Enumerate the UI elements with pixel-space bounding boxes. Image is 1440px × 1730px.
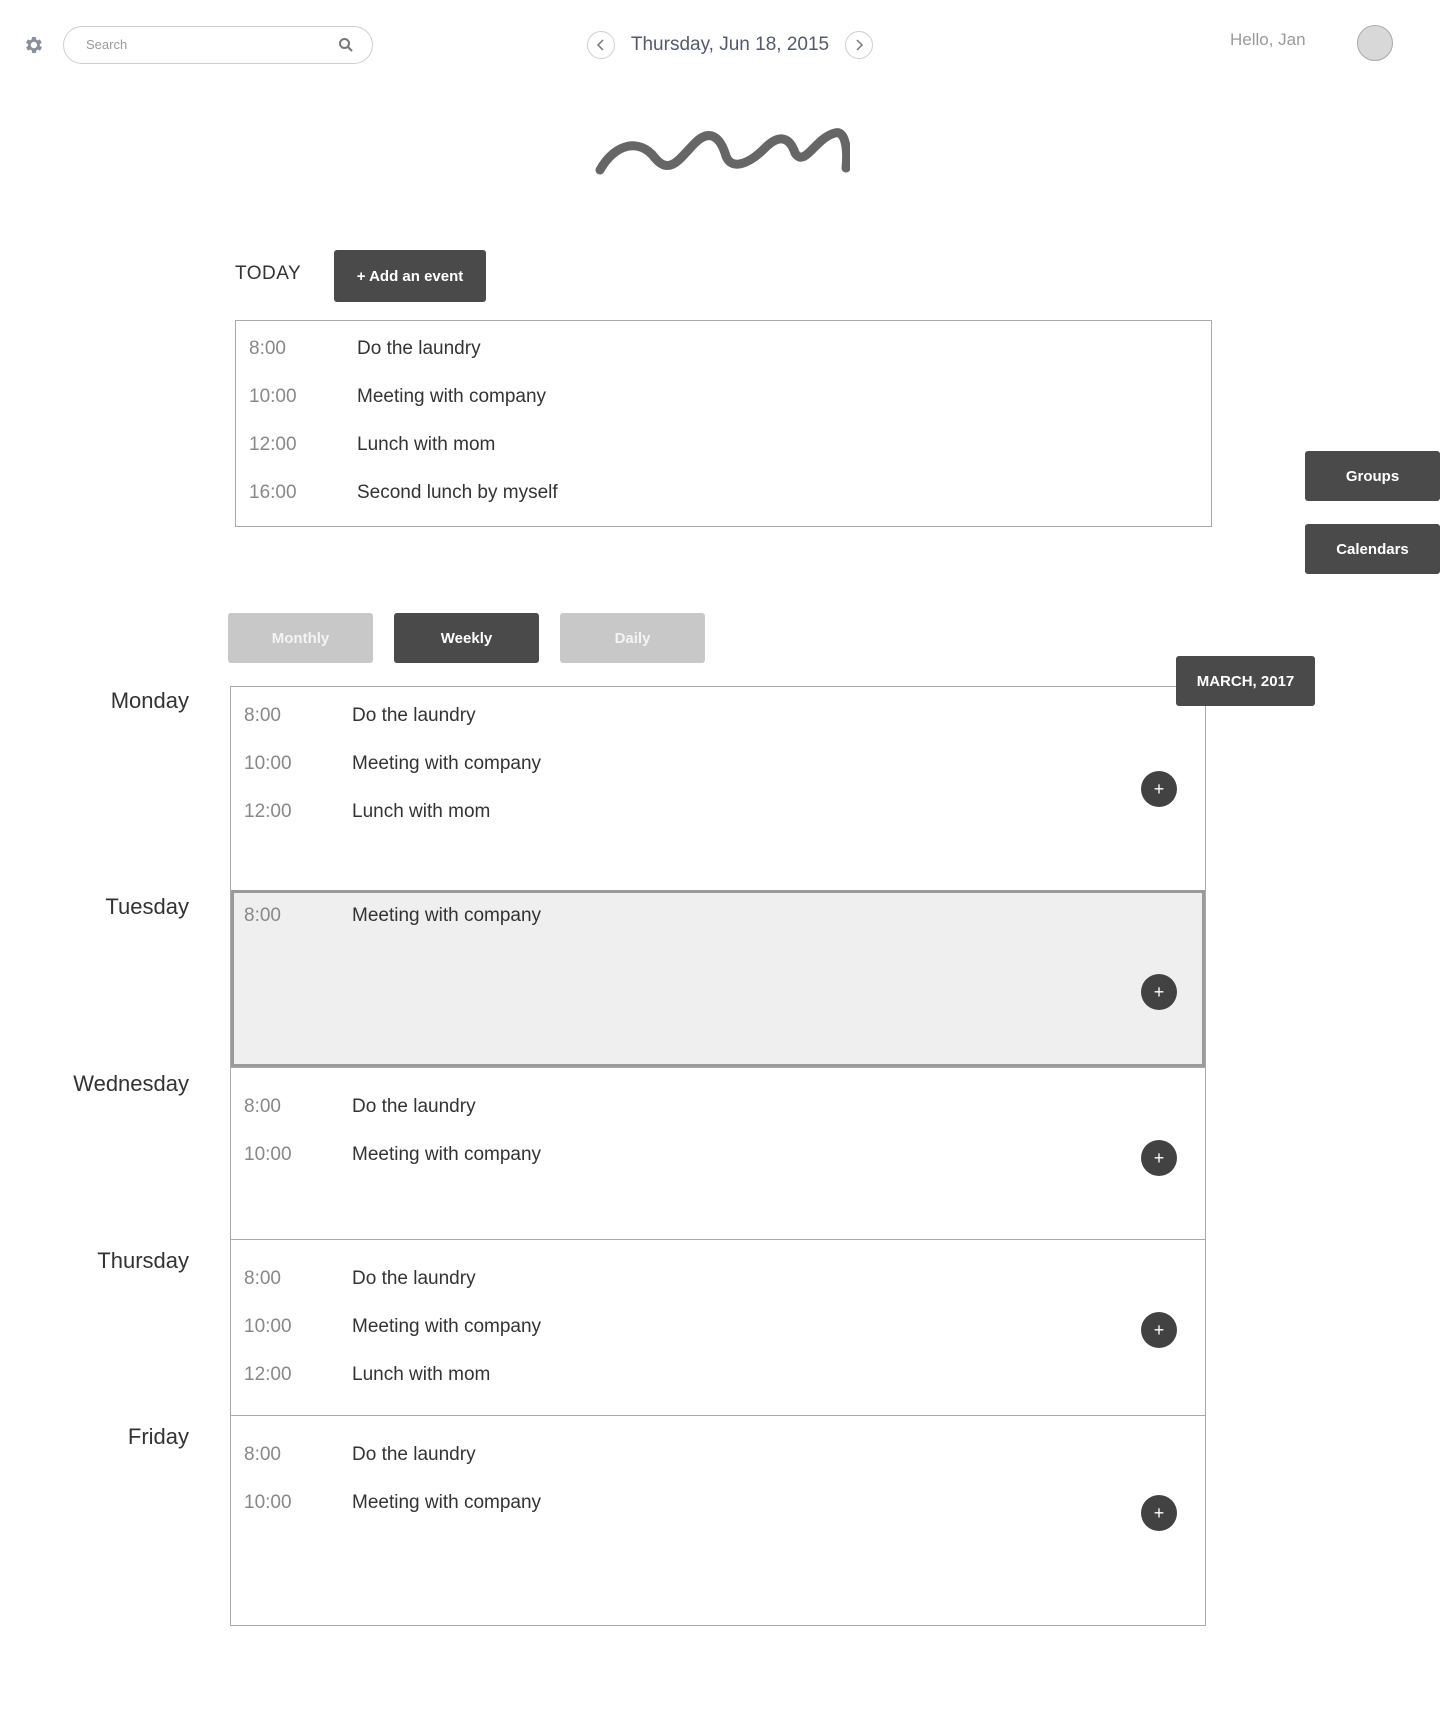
plus-icon: + [1153, 1147, 1165, 1168]
day-row-friday[interactable]: 8:00 Do the laundry 10:00 Meeting with comp… [231, 1415, 1205, 1625]
event-time: 8:00 [249, 338, 286, 359]
event-time: 10:00 [244, 1492, 292, 1513]
calendars-button[interactable]: Calendars [1305, 524, 1440, 574]
event-row[interactable]: 10:00 Meeting with company [231, 1492, 1205, 1522]
chevron-left-icon [596, 39, 604, 51]
add-event-plus-button[interactable]: + [1141, 1312, 1177, 1348]
add-event-button[interactable]: + Add an event [334, 250, 486, 302]
event-time: 12:00 [244, 801, 292, 822]
event-title: Second lunch by myself [357, 482, 558, 503]
search-box[interactable] [63, 26, 373, 64]
event-title: Meeting with company [352, 753, 542, 774]
search-input[interactable] [84, 36, 328, 53]
day-row-thursday[interactable]: 8:00 Do the laundry 10:00 Meeting with comp… [231, 1239, 1205, 1415]
event-title: Do the laundry [352, 1268, 476, 1289]
event-time: 10:00 [244, 1316, 292, 1337]
user-greeting: Hello, Jan [1230, 30, 1306, 49]
event-time: 8:00 [244, 705, 281, 726]
add-event-plus-button[interactable]: + [1141, 771, 1177, 807]
today-label: TODAY [235, 263, 302, 284]
event-time: 10:00 [244, 753, 292, 774]
day-row-wednesday[interactable]: 8:00 Do the laundry 10:00 Meeting with comp… [231, 1067, 1205, 1239]
event-title: Meeting with company [352, 905, 542, 926]
event-row[interactable]: 10:00 Meeting with company [231, 753, 1205, 783]
day-label: Monday [110, 688, 189, 713]
event-time: 10:00 [249, 386, 297, 407]
event-row[interactable]: 8:00 Do the laundry [231, 1444, 1205, 1474]
event-title: Do the laundry [352, 1444, 476, 1465]
gear-icon[interactable] [22, 34, 44, 56]
event-title: Do the laundry [357, 338, 481, 359]
plus-icon: + [1153, 1502, 1165, 1523]
event-row[interactable]: 12:00 Lunch with mom [231, 801, 1205, 831]
event-row[interactable]: 10:00 Meeting with company [231, 1144, 1205, 1174]
add-event-plus-button[interactable]: + [1141, 1495, 1177, 1531]
event-title: Meeting with company [357, 386, 547, 407]
tab-monthly[interactable]: Monthly [228, 613, 373, 663]
event-time: 8:00 [244, 1268, 281, 1289]
next-date-button[interactable] [845, 31, 873, 59]
event-title: Meeting with company [352, 1316, 542, 1337]
groups-button[interactable]: Groups [1305, 451, 1440, 501]
day-row-tuesday[interactable]: 8:00 Meeting with company + [231, 890, 1205, 1067]
event-time: 8:00 [244, 1444, 281, 1465]
search-icon[interactable] [338, 37, 354, 53]
event-title: Do the laundry [352, 705, 476, 726]
event-row[interactable]: 16:00 Second lunch by myself [236, 482, 1211, 512]
add-event-plus-button[interactable]: + [1141, 1140, 1177, 1176]
event-row[interactable]: 8:00 Do the laundry [231, 705, 1205, 735]
event-row[interactable]: 12:00 Lunch with mom [236, 434, 1211, 464]
event-time: 8:00 [244, 905, 281, 926]
day-label: Friday [127, 1424, 189, 1449]
event-title: Meeting with company [352, 1492, 542, 1513]
event-time: 16:00 [249, 482, 297, 503]
tab-weekly[interactable]: Weekly [394, 613, 539, 663]
event-title: Meeting with company [352, 1144, 542, 1165]
event-title: Lunch with mom [357, 434, 496, 455]
day-row-monday[interactable]: 8:00 Do the laundry 10:00 Meeting with comp… [231, 687, 1205, 890]
event-time: 8:00 [244, 1096, 281, 1117]
day-label: Tuesday [105, 894, 189, 919]
week-view: 8:00 Do the laundry 10:00 Meeting with comp… [230, 686, 1206, 1626]
event-row[interactable]: 12:00 Lunch with mom [231, 1364, 1205, 1394]
avatar[interactable] [1357, 25, 1393, 61]
event-row[interactable]: 8:00 Do the laundry [231, 1096, 1205, 1126]
event-title: Lunch with mom [352, 1364, 491, 1385]
event-title: Do the laundry [352, 1096, 476, 1117]
logo [595, 128, 850, 175]
add-event-plus-button[interactable]: + [1141, 974, 1177, 1010]
event-row[interactable]: 10:00 Meeting with company [236, 386, 1211, 416]
today-event-list: 8:00 Do the laundry 10:00 Meeting with comp… [235, 320, 1212, 527]
prev-date-button[interactable] [587, 31, 615, 59]
event-row[interactable]: 8:00 Do the laundry [236, 338, 1211, 368]
event-title: Lunch with mom [352, 801, 491, 822]
plus-icon: + [1153, 778, 1165, 799]
tab-daily[interactable]: Daily [560, 613, 705, 663]
event-time: 12:00 [249, 434, 297, 455]
day-label: Wednesday [73, 1071, 189, 1096]
event-row[interactable]: 8:00 Meeting with company [231, 905, 1199, 935]
day-label: Thursday [97, 1248, 189, 1273]
chevron-right-icon [856, 39, 864, 51]
current-date: Thursday, Jun 18, 2015 [630, 34, 830, 55]
event-row[interactable]: 10:00 Meeting with company [231, 1316, 1205, 1346]
event-row[interactable]: 8:00 Do the laundry [231, 1268, 1205, 1298]
month-tag[interactable]: MARCH, 2017 [1176, 656, 1315, 706]
plus-icon: + [1153, 1319, 1165, 1340]
event-time: 12:00 [244, 1364, 292, 1385]
event-time: 10:00 [244, 1144, 292, 1165]
plus-icon: + [1153, 981, 1165, 1002]
